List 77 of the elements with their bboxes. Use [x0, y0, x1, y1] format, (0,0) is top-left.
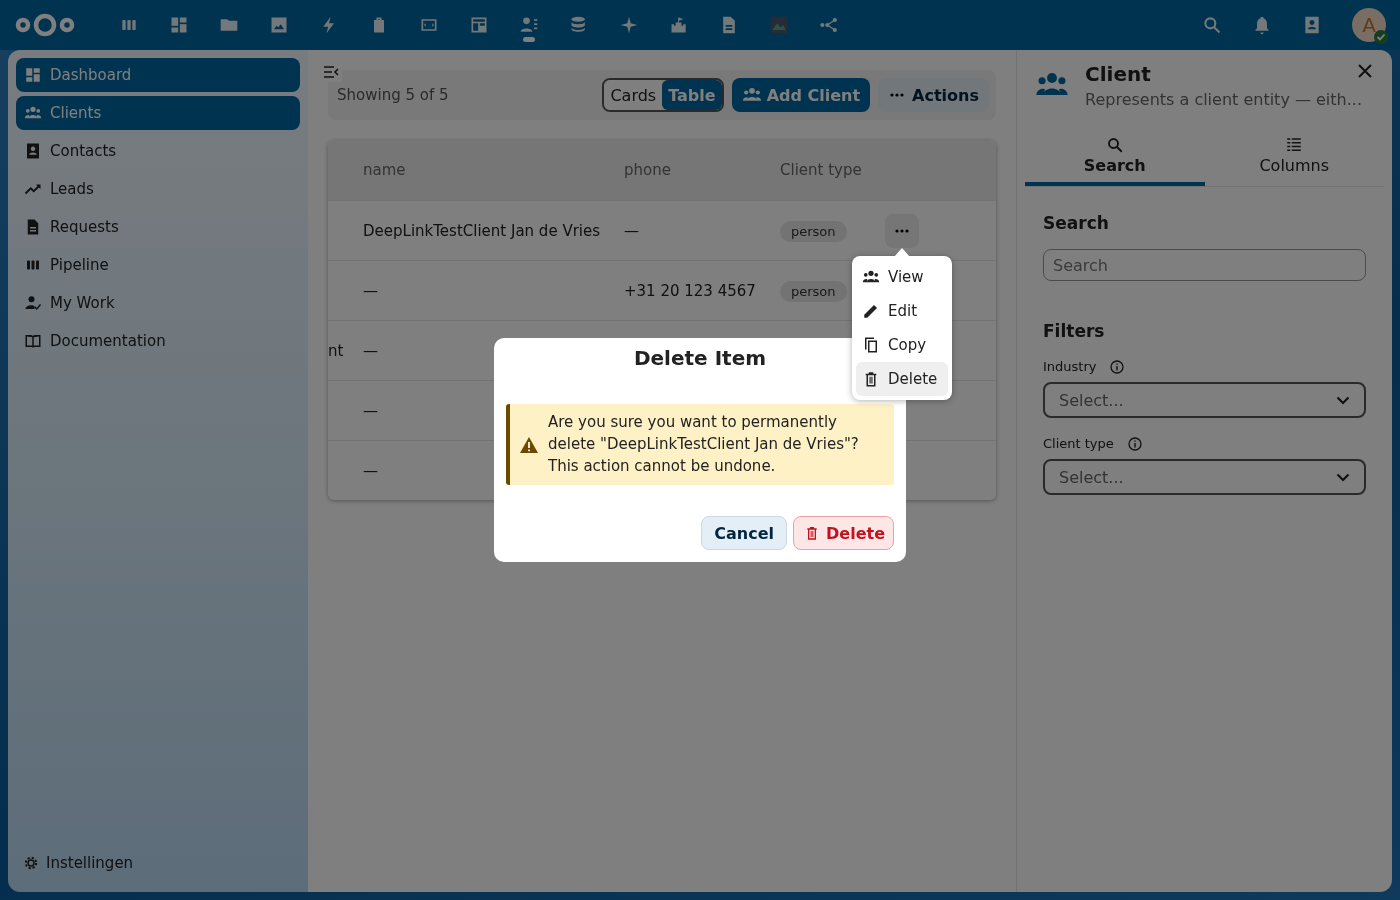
panel-title: Client	[1085, 62, 1152, 86]
bell-icon[interactable]	[1252, 15, 1272, 35]
pencil-icon	[862, 302, 880, 320]
active-indicator	[523, 37, 535, 42]
column-header[interactable]: phone	[606, 161, 762, 179]
result-count: Showing 5 of 5	[337, 86, 449, 104]
status-check-icon	[1374, 30, 1388, 44]
contact-card-icon[interactable]	[1302, 15, 1322, 35]
chevron-down-icon	[1336, 472, 1350, 482]
table-cell: —	[363, 341, 378, 360]
add-client-button[interactable]: Add Client	[731, 78, 871, 112]
search-icon	[1105, 136, 1124, 154]
field-label: Industry	[1043, 359, 1097, 374]
select-field[interactable]: Select...	[1043, 382, 1366, 418]
table-cell: —	[624, 221, 639, 240]
table-cell: —	[363, 281, 378, 300]
nav-item[interactable]: Leads	[16, 172, 300, 206]
column-header[interactable]: name	[345, 161, 606, 179]
image-icon[interactable]	[269, 15, 289, 35]
table-cell: nt	[328, 341, 344, 360]
cancel-button[interactable]: Cancel	[701, 516, 788, 550]
menu-item[interactable]: View	[856, 260, 948, 294]
search-icon[interactable]	[1202, 15, 1222, 35]
copy-icon	[862, 336, 880, 354]
warning-message: Are you sure you want to permanently delete "DeepLinkTestClient Jan de Vries"? This action cannot be undone.	[548, 412, 860, 477]
grid-icon[interactable]	[169, 15, 189, 35]
panel-tab[interactable]: Search	[1025, 129, 1205, 186]
table-cell: DeepLinkTestClient Jan de Vries	[363, 221, 601, 240]
nav-item[interactable]: Clients	[16, 96, 300, 130]
nav-item[interactable]: Dashboard	[16, 58, 300, 92]
grid-icon	[24, 66, 42, 84]
settings-icon	[22, 854, 40, 872]
close-icon[interactable]	[1358, 64, 1372, 78]
list-icon	[1285, 136, 1304, 154]
nav-item[interactable]: Pipeline	[16, 248, 300, 282]
menu-item[interactable]: Delete	[856, 362, 948, 396]
info-icon[interactable]	[1127, 436, 1142, 451]
nav-item[interactable]: Contacts	[16, 134, 300, 168]
search-field[interactable]: Search	[1043, 249, 1366, 281]
book-icon	[24, 332, 42, 350]
view-option[interactable]: Table	[662, 80, 722, 110]
share-icon[interactable]	[819, 15, 839, 35]
type-badge: person	[780, 280, 847, 302]
actions-button[interactable]: Actions	[878, 78, 989, 112]
menu-item[interactable]: Edit	[856, 294, 948, 328]
delete-button[interactable]: Delete	[793, 516, 894, 550]
chevron-down-icon	[1336, 395, 1350, 405]
row-actions-button[interactable]	[885, 213, 919, 248]
dialog-title: Delete Item	[633, 346, 767, 370]
table-cell: +31 20 123 4567	[624, 281, 756, 300]
view-option[interactable]: Cards	[604, 80, 663, 110]
column-header[interactable]: Client type	[762, 161, 867, 179]
settings-link[interactable]: Instellingen	[16, 854, 300, 884]
select-field[interactable]: Select...	[1043, 459, 1366, 495]
section-heading: Filters	[1043, 321, 1106, 341]
panel-subtitle: Represents a client entity — eith...	[1085, 90, 1362, 109]
person-check-icon	[24, 294, 42, 312]
nav-item[interactable]: My Work	[16, 286, 300, 320]
contact-card-icon[interactable]	[519, 15, 539, 35]
field-label: Client type	[1043, 436, 1114, 451]
nav-item[interactable]: Requests	[16, 210, 300, 244]
castle-icon[interactable]	[669, 15, 689, 35]
table-cell: —	[363, 461, 378, 480]
section-heading: Search	[1043, 213, 1110, 233]
more-icon	[890, 93, 905, 97]
table-cell: —	[363, 401, 378, 420]
nav-item[interactable]: Documentation	[16, 324, 300, 358]
contact-card-icon	[24, 142, 42, 160]
menu-item[interactable]: Copy	[856, 328, 948, 362]
more-icon	[895, 228, 909, 233]
menu-collapse-icon	[323, 65, 339, 79]
info-icon[interactable]	[1110, 359, 1125, 374]
layout-icon[interactable]	[469, 15, 489, 35]
warning-icon	[520, 436, 538, 453]
type-badge: person	[780, 220, 847, 242]
image-thumbnail-icon[interactable]	[769, 15, 789, 35]
panel-tab[interactable]: Columns	[1204, 129, 1384, 186]
